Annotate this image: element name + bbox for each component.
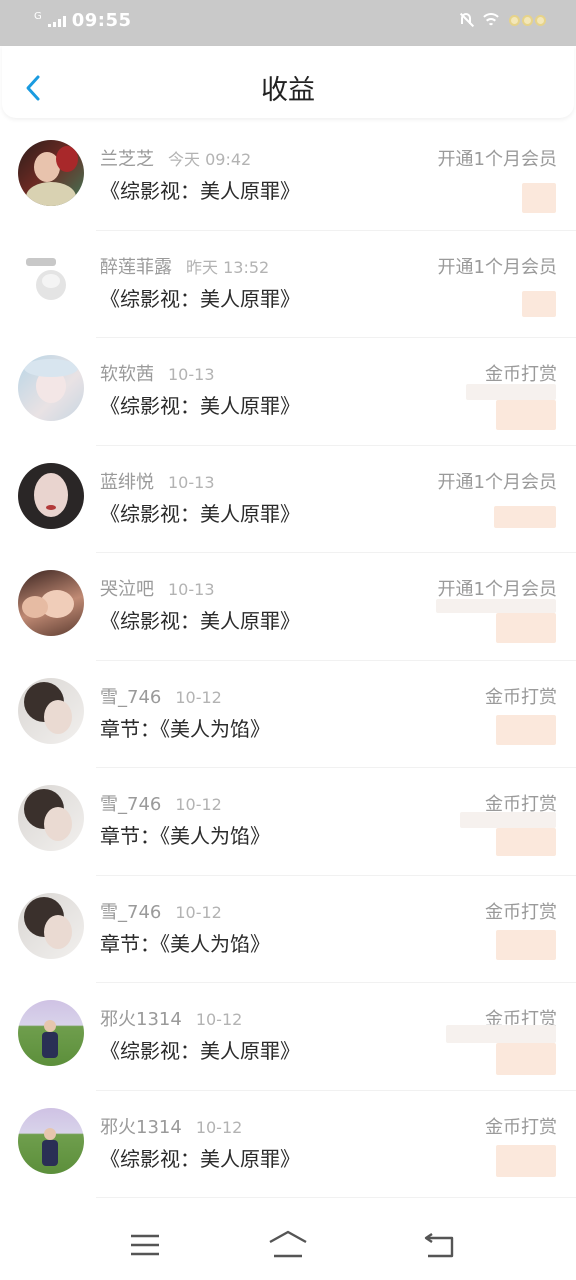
wifi-icon [481, 12, 501, 28]
avatar-boy-grass-field[interactable] [18, 1107, 84, 1174]
earning-row[interactable]: 邪火1314 10-12 《综影视：美人原罪》 金币打赏 [0, 983, 576, 1091]
earning-type: 金币打赏 [485, 364, 557, 385]
user-name: 蓝绯悦 [100, 471, 154, 493]
avatar-boy-grass-field[interactable] [18, 1000, 84, 1066]
earning-row[interactable]: 软软茜 10-13 《综影视：美人原罪》 金币打赏 [0, 338, 576, 446]
back-nav-button[interactable] [420, 1228, 460, 1262]
amount-masked [446, 1025, 556, 1043]
earning-type: 金币打赏 [485, 686, 557, 708]
status-left: G 09:55 [34, 10, 132, 31]
earning-time: 10-12 [175, 902, 222, 922]
user-name: 兰芝芝 [100, 149, 154, 170]
earning-time: 10-12 [195, 1010, 243, 1029]
signal-icon [47, 15, 66, 27]
user-name: 邪火1314 [100, 1009, 182, 1030]
avatar-bun-hair-girl[interactable] [18, 892, 84, 959]
earning-row[interactable]: 兰芝芝 今天 09:42 《综影视：美人原罪》 开通1个月会员 [0, 123, 576, 231]
earning-row[interactable]: 雪_746 10-12 章节：《美人为馅》 金币打赏 [0, 875, 576, 983]
earning-type: 金币打赏 [485, 1116, 557, 1138]
earning-type: 开通1个月会员 [437, 256, 557, 278]
earning-type: 金币打赏 [485, 901, 557, 923]
amount-masked [496, 828, 556, 856]
user-name: 邪火1314 [100, 1116, 182, 1138]
earning-time: 10-13 [168, 365, 215, 384]
book-title: 《综影视：美人原罪》 [100, 179, 300, 203]
user-name: 醉莲菲露 [100, 256, 172, 278]
book-title: 章节：《美人为馅》 [100, 716, 270, 741]
avatar-bun-hair-girl[interactable] [18, 677, 84, 744]
amount-masked [466, 384, 556, 400]
user-name: 雪_746 [100, 686, 162, 708]
book-title: 《综影视：美人原罪》 [100, 1039, 300, 1063]
earnings-list: 兰芝芝 今天 09:42 《综影视：美人原罪》 开通1个月会员 醉莲菲露 昨天 13… [0, 123, 576, 1198]
amount-masked [522, 290, 556, 317]
earning-type: 开通1个月会员 [437, 149, 557, 170]
earning-row[interactable]: 蓝绯悦 10-13 《综影视：美人原罪》 开通1个月会员 [0, 445, 576, 553]
status-time: 09:55 [71, 10, 132, 31]
amount-masked [496, 1144, 556, 1177]
user-name: 雪_746 [100, 901, 162, 923]
earning-row[interactable]: 哭泣吧 10-13 《综影视：美人原罪》 开通1个月会员 [0, 553, 576, 661]
mute-bell-icon [459, 12, 473, 28]
status-right [459, 12, 546, 28]
flower-stickers-icon [509, 14, 546, 26]
book-title: 《综影视：美人原罪》 [100, 1146, 300, 1171]
status-bar: G 09:55 [0, 0, 576, 46]
book-title: 《综影视：美人原罪》 [100, 609, 300, 633]
amount-masked [496, 400, 556, 430]
amount-masked [496, 613, 556, 643]
avatar-dark-hair-girl[interactable] [18, 462, 84, 529]
book-title: 《综影视：美人原罪》 [100, 286, 300, 311]
earning-time: 10-13 [168, 472, 215, 492]
earning-row[interactable]: 雪_746 10-12 章节：《美人为馅》 金币打赏 [0, 768, 576, 876]
earning-time: 10-12 [175, 687, 222, 707]
home-button[interactable] [266, 1228, 310, 1262]
user-name: 雪_746 [100, 794, 162, 815]
earning-row[interactable]: 邪火1314 10-12 《综影视：美人原罪》 金币打赏 [0, 1090, 576, 1198]
avatar-girl-red[interactable] [18, 140, 84, 206]
earning-time: 昨天 13:52 [186, 257, 270, 277]
amount-masked [436, 599, 556, 613]
earning-type: 开通1个月会员 [437, 471, 557, 493]
network-type: G [34, 11, 42, 22]
amount-masked [496, 929, 556, 960]
earning-row[interactable]: 醉莲菲露 昨天 13:52 《综影视：美人原罪》 开通1个月会员 [0, 230, 576, 338]
earning-time: 10-12 [195, 1117, 243, 1137]
book-title: 章节：《美人为馅》 [100, 824, 270, 848]
book-title: 《综影视：美人原罪》 [100, 394, 300, 418]
menu-button[interactable] [125, 1228, 165, 1262]
back-nav-icon [424, 1233, 454, 1258]
page-title: 收益 [261, 75, 315, 106]
amount-masked [496, 1043, 556, 1075]
book-title: 章节：《美人为馅》 [100, 931, 270, 956]
home-icon [269, 1230, 307, 1258]
menu-icon [131, 1234, 159, 1256]
avatar-cartoon-sheep[interactable] [18, 247, 84, 314]
amount-masked [522, 183, 556, 213]
app-header: 收益 [2, 46, 574, 118]
avatar-pale-girl[interactable] [18, 355, 84, 421]
user-name: 哭泣吧 [100, 579, 154, 600]
earning-time: 10-13 [168, 580, 215, 599]
avatar-hand-face-girl[interactable] [18, 570, 84, 636]
amount-masked [494, 505, 556, 528]
user-name: 软软茜 [100, 364, 154, 385]
earning-time: 今天 09:42 [168, 150, 252, 169]
amount-masked [496, 714, 556, 745]
earning-row[interactable]: 雪_746 10-12 章节：《美人为馅》 金币打赏 [0, 660, 576, 768]
earning-type: 开通1个月会员 [437, 579, 557, 600]
earning-time: 10-12 [175, 795, 222, 814]
avatar-bun-hair-girl[interactable] [18, 785, 84, 851]
amount-masked [460, 812, 556, 828]
system-nav-bar [0, 1210, 576, 1280]
book-title: 《综影视：美人原罪》 [100, 501, 300, 526]
